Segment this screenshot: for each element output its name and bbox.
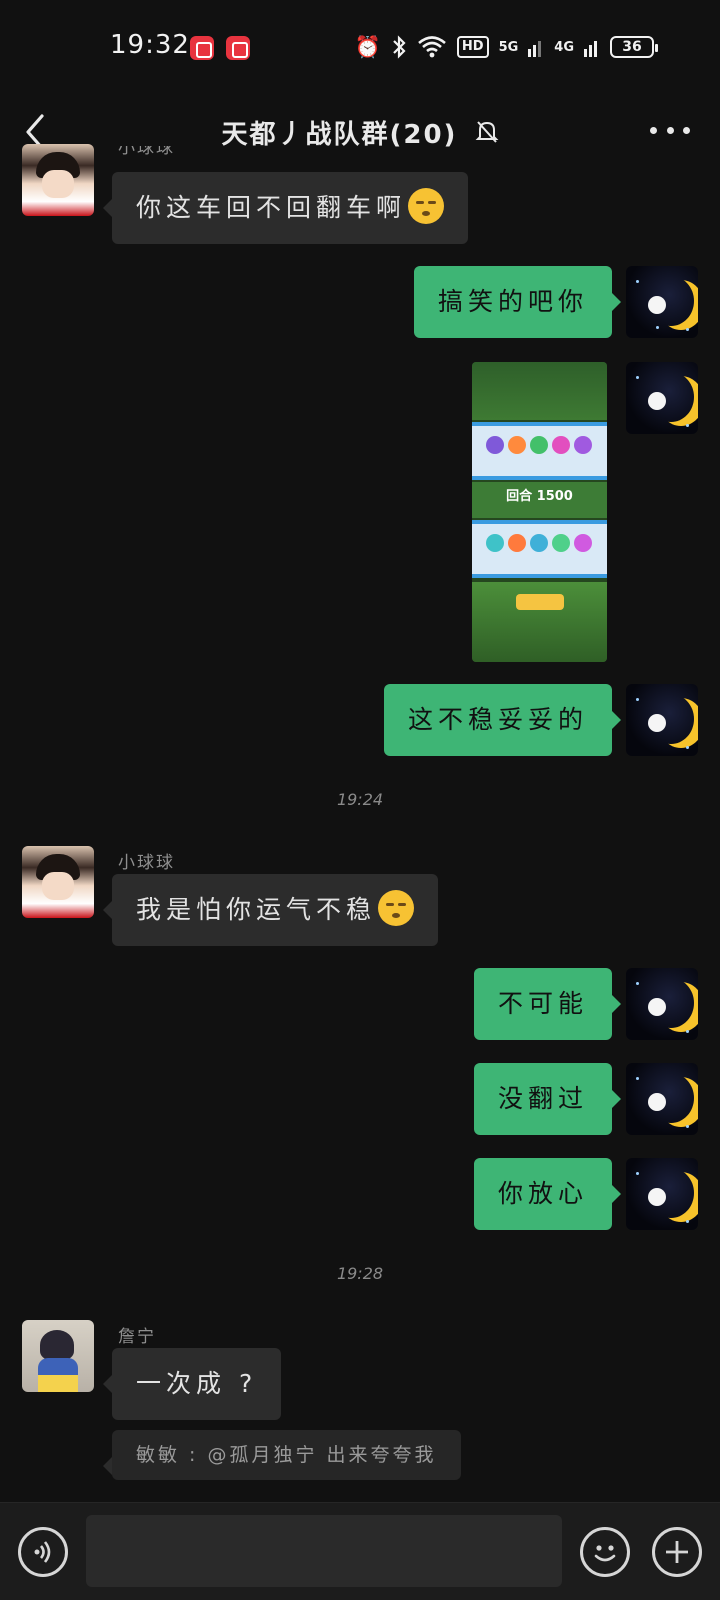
signal-bars-icon <box>584 41 597 57</box>
message-text: 你放心 <box>498 1179 589 1208</box>
message-text: 搞笑的吧你 <box>438 287 589 316</box>
bluetooth-icon <box>393 35 406 59</box>
avatar[interactable] <box>22 144 94 216</box>
image-message[interactable]: 回合 1500 <box>472 362 607 662</box>
avatar[interactable] <box>626 266 698 338</box>
avatar[interactable] <box>22 1320 94 1392</box>
timestamp: 19:24 <box>336 790 384 809</box>
message-bubble[interactable]: 搞笑的吧你 <box>414 266 622 338</box>
avatar[interactable] <box>22 846 94 918</box>
shushing-face-emoji <box>408 188 445 224</box>
message-bubble[interactable]: 这不稳妥妥的 <box>384 684 622 756</box>
status-time: 19:32 <box>110 30 190 60</box>
message-bubble[interactable]: 我是怕你运气不稳 <box>102 874 439 946</box>
group-name: 天都丿战队群(20) <box>221 120 458 150</box>
message-text: 没翻过 <box>498 1084 589 1113</box>
emoji-icon[interactable] <box>580 1527 630 1577</box>
sender-name: 小球球 <box>118 853 175 873</box>
shushing-face-emoji <box>378 890 415 926</box>
input-bar <box>0 1502 720 1600</box>
signal-4g: 4G <box>554 39 574 55</box>
timestamp: 19:28 <box>336 1264 384 1283</box>
message-text: 一次成 ? <box>136 1369 258 1398</box>
avatar[interactable] <box>626 1158 698 1230</box>
screen-record-icon <box>226 36 250 60</box>
message-input[interactable] <box>86 1515 562 1587</box>
plus-icon[interactable] <box>652 1527 702 1577</box>
quote-text: 敏敏 : @孤月独宁 出来夸夸我 <box>136 1444 437 1466</box>
battery-indicator: 36 <box>610 36 658 58</box>
mute-bell-icon <box>475 119 499 152</box>
message-text: 不可能 <box>498 989 589 1018</box>
alarm-icon: ⏰ <box>354 35 381 59</box>
quoted-message[interactable]: 敏敏 : @孤月独宁 出来夸夸我 <box>103 1430 461 1480</box>
image-caption: 回合 1500 <box>472 482 607 518</box>
status-bar: 19:32 ⏰ HD 5G 4G 36 <box>0 0 720 96</box>
chat-title[interactable]: 天都丿战队群(20) <box>0 114 720 152</box>
message-bubble[interactable]: 你放心 <box>474 1158 622 1230</box>
sender-name: 詹宁 <box>118 1327 156 1347</box>
message-text: 你这车回不回翻车啊 <box>136 193 407 222</box>
message-bubble[interactable]: 你这车回不回翻车啊 <box>102 172 469 244</box>
message-text: 这不稳妥妥的 <box>408 705 589 734</box>
message-bubble[interactable]: 不可能 <box>474 968 622 1040</box>
message-text: 我是怕你运气不稳 <box>136 895 377 924</box>
signal-bars-icon <box>528 41 542 57</box>
more-icon[interactable] <box>650 112 690 148</box>
status-icons: ⏰ HD 5G 4G 36 <box>354 32 658 62</box>
message-bubble[interactable]: 没翻过 <box>474 1063 622 1135</box>
avatar[interactable] <box>626 684 698 756</box>
signal-5g: 5G <box>498 39 519 55</box>
sender-name: 小球球 <box>118 146 175 158</box>
avatar[interactable] <box>626 362 698 434</box>
avatar[interactable] <box>626 1063 698 1135</box>
hd-badge: HD <box>456 36 489 58</box>
chat-header: 天都丿战队群(20) <box>0 96 720 180</box>
wifi-icon <box>418 36 446 58</box>
app-notification-icon <box>190 36 214 60</box>
message-bubble[interactable]: 一次成 ? <box>102 1348 282 1420</box>
image-confirm-button <box>516 594 564 610</box>
voice-icon[interactable] <box>18 1527 68 1577</box>
avatar[interactable] <box>626 968 698 1040</box>
